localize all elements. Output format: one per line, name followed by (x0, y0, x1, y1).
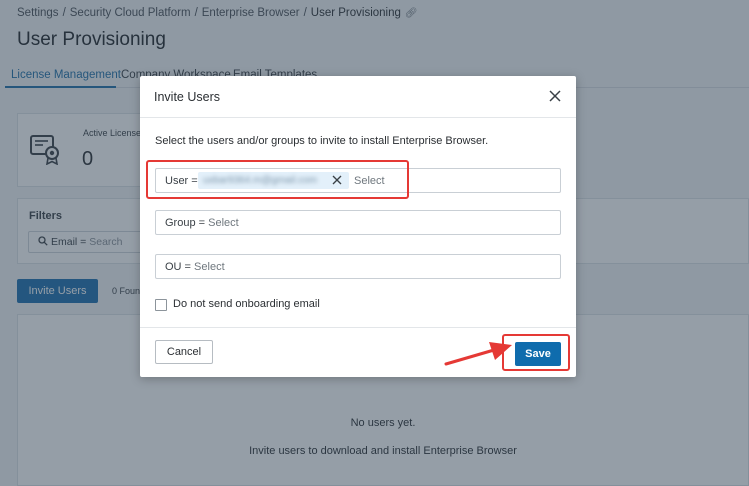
cancel-button[interactable]: Cancel (155, 340, 213, 364)
modal-title: Invite Users (154, 90, 220, 104)
user-field-highlight (146, 160, 409, 199)
onboarding-email-checkbox-label[interactable]: Do not send onboarding email (173, 298, 320, 310)
group-select-field[interactable]: Group = Select (155, 210, 561, 235)
onboarding-email-checkbox[interactable] (155, 299, 167, 311)
modal-description: Select the users and/or groups to invite… (155, 135, 489, 147)
annotation-arrow-icon (444, 342, 512, 366)
ou-field-label: OU = (165, 261, 195, 273)
invite-users-modal: Invite Users Select the users and/or gro… (140, 76, 576, 377)
close-icon[interactable] (548, 89, 562, 103)
modal-header: Invite Users (140, 76, 576, 118)
group-field-label: Group = (165, 217, 209, 229)
group-field-placeholder: Select (208, 217, 239, 229)
ou-select-field[interactable]: OU = Select (155, 254, 561, 279)
ou-field-placeholder: Select (194, 261, 225, 273)
